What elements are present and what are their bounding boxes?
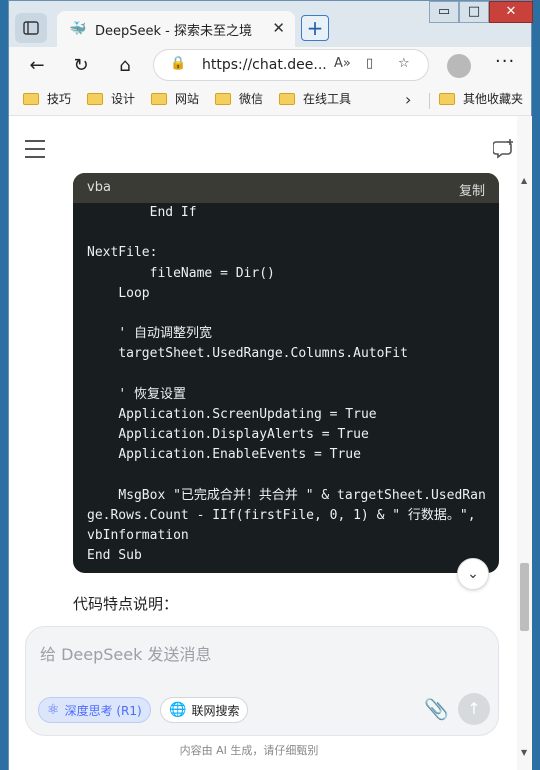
folder-icon xyxy=(279,92,295,105)
more-icon[interactable]: ··· xyxy=(495,51,515,72)
paperclip-icon[interactable]: 📎 xyxy=(424,697,449,721)
chevron-right-icon[interactable]: › xyxy=(405,90,411,109)
scroll-down-icon[interactable]: ▼ xyxy=(521,748,527,757)
bookmark-divider xyxy=(429,93,430,109)
ai-disclaimer: 内容由 AI 生成，请仔细甄别 xyxy=(179,744,319,757)
scrollbar[interactable]: ▲ ▼ xyxy=(517,116,532,770)
copy-button[interactable]: 复制 xyxy=(459,180,485,199)
bookmark-other-folder[interactable]: 其他收藏夹 xyxy=(439,90,523,107)
plus-icon[interactable]: + xyxy=(301,15,329,41)
bookmarks-bar: 技巧 设计 网站 微信 在线工具 › 其他收藏夹 xyxy=(9,85,531,116)
read-aloud-icon[interactable]: A» xyxy=(334,56,351,71)
deepseek-logo-icon: 🐳 xyxy=(69,21,87,37)
deep-think-button[interactable]: ⚛ 深度思考 (R1) xyxy=(38,697,151,723)
scroll-up-icon[interactable]: ▲ xyxy=(521,176,527,185)
home-icon[interactable]: ⌂ xyxy=(111,53,139,79)
bookmark-folder[interactable]: 技巧 xyxy=(23,90,71,107)
reader-icon[interactable]: ▯ xyxy=(366,56,373,71)
globe-icon: 🌐 xyxy=(169,702,187,718)
code-language: vba xyxy=(87,180,111,195)
folder-icon xyxy=(439,92,455,105)
send-arrow-icon[interactable]: ↑ xyxy=(458,693,490,725)
folder-icon xyxy=(23,92,39,105)
tab-deepseek[interactable]: 🐳 DeepSeek - 探索未至之境 ✕ xyxy=(57,11,295,47)
menu-icon[interactable] xyxy=(25,140,45,164)
refresh-icon[interactable]: ↻ xyxy=(67,53,95,79)
close-icon[interactable]: ✕ xyxy=(272,19,285,37)
maximize-button[interactable]: □ xyxy=(459,1,489,23)
atom-icon: ⚛ xyxy=(47,702,60,718)
message-input[interactable]: 给 DeepSeek 发送消息 xyxy=(40,641,211,665)
tab-title: DeepSeek - 探索未至之境 xyxy=(95,23,252,39)
scrollbar-thumb[interactable] xyxy=(520,563,529,631)
message-composer[interactable]: 给 DeepSeek 发送消息 ⚛ 深度思考 (R1) 🌐 联网搜索 📎 ↑ xyxy=(25,626,499,736)
bookmark-folder[interactable]: 网站 xyxy=(151,90,199,107)
folder-icon xyxy=(151,92,167,105)
close-window-button[interactable]: ✕ xyxy=(489,1,533,23)
folder-icon xyxy=(87,92,103,105)
code-block: vba 复制 End If NextFile: fileName = Dir()… xyxy=(73,173,499,573)
minimize-button[interactable]: ▭ xyxy=(429,1,459,23)
address-bar-row: ← ↻ ⌂ 🔒 https://chat.dee... A» ▯ ☆ ··· xyxy=(9,47,531,85)
bookmark-folder[interactable]: 设计 xyxy=(87,90,135,107)
favorite-add-icon[interactable]: ☆ xyxy=(398,56,410,71)
back-icon[interactable]: ← xyxy=(23,53,51,79)
url-text[interactable]: https://chat.dee... xyxy=(202,57,327,73)
lock-icon: 🔒 xyxy=(170,56,187,71)
chevron-down-icon[interactable]: ⌄ xyxy=(457,558,489,590)
new-chat-icon[interactable] xyxy=(492,138,515,160)
sidebar-icon[interactable] xyxy=(15,13,47,43)
address-bar[interactable]: 🔒 https://chat.dee... A» ▯ ☆ xyxy=(153,49,429,81)
chat-page: vba 复制 End If NextFile: fileName = Dir()… xyxy=(9,116,517,770)
code-block-header: vba 复制 xyxy=(73,173,499,203)
profile-icon[interactable] xyxy=(447,54,471,78)
code-content: End If NextFile: fileName = Dir() Loop '… xyxy=(87,205,486,564)
browser-window: 🐳 DeepSeek - 探索未至之境 ✕ + ▭ □ ✕ ← ↻ ⌂ 🔒 ht… xyxy=(8,0,533,770)
web-search-button[interactable]: 🌐 联网搜索 xyxy=(160,697,249,723)
features-heading: 代码特点说明： xyxy=(73,595,179,613)
folder-icon xyxy=(215,92,231,105)
bookmark-folder[interactable]: 在线工具 xyxy=(279,90,351,107)
bookmark-folder[interactable]: 微信 xyxy=(215,90,263,107)
tab-strip: 🐳 DeepSeek - 探索未至之境 ✕ + ▭ □ ✕ xyxy=(9,1,533,47)
